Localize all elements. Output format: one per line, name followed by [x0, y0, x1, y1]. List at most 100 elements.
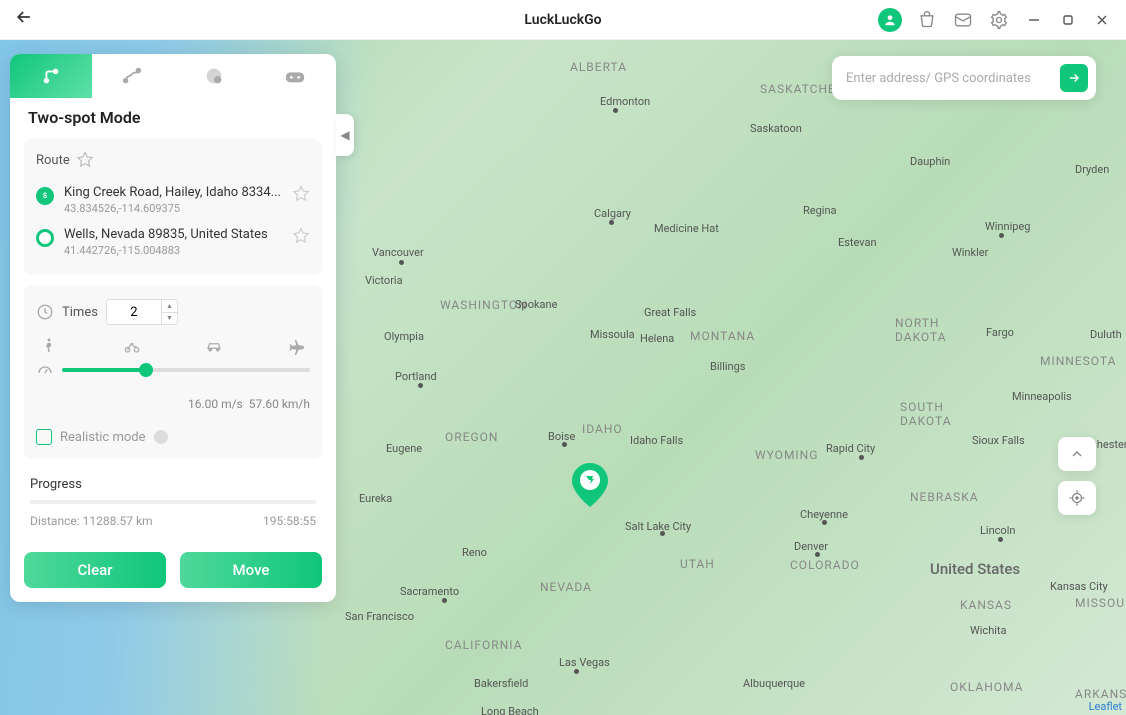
locate-me-button[interactable]	[1058, 481, 1096, 515]
route-end-coords: 41.442726,-115.004883	[64, 244, 282, 257]
start-pin-icon: S	[36, 187, 54, 205]
times-input[interactable]	[107, 300, 161, 324]
map-city-label: Minneapolis	[1012, 390, 1072, 403]
realistic-mode-checkbox[interactable]	[36, 429, 52, 445]
map-city-label: Salt Lake City	[625, 520, 691, 533]
tab-multi-spot[interactable]	[92, 54, 174, 98]
map-city-label: Regina	[803, 204, 837, 217]
map-city-label: Dryden	[1075, 163, 1109, 176]
map-city-label: Medicine Hat	[654, 222, 719, 235]
star-icon[interactable]	[76, 151, 94, 169]
walk-icon[interactable]	[40, 337, 58, 355]
route-label: Route	[36, 153, 70, 168]
route-item-end: Wells, Nevada 89835, United States 41.44…	[36, 221, 310, 263]
map-region-label: COLORADO	[790, 558, 860, 572]
end-pin-icon	[36, 229, 54, 247]
app-title: LuckLuckGo	[524, 12, 601, 28]
titlebar: LuckLuckGo	[0, 0, 1126, 40]
maximize-button[interactable]	[1058, 10, 1078, 30]
map-city-label: Victoria	[365, 274, 403, 287]
move-button[interactable]: Move	[180, 552, 322, 588]
panel-title: Two-spot Mode	[10, 98, 336, 139]
route-item-start: S King Creek Road, Hailey, Idaho 8334...…	[36, 179, 310, 221]
map-region-label: ALBERTA	[570, 60, 627, 74]
tab-joystick[interactable]	[255, 54, 337, 98]
times-label: Times	[62, 305, 98, 320]
progress-bar	[30, 500, 316, 504]
map-credit: Leaflet	[1089, 700, 1122, 713]
map-city-label: Vancouver	[372, 246, 424, 259]
map-city-label: Calgary	[594, 207, 631, 220]
progress-card: Progress Distance: 11288.57 km 195:58:55	[24, 469, 322, 538]
mail-icon[interactable]	[952, 9, 974, 31]
tab-two-spot[interactable]	[10, 54, 92, 98]
speed-slider[interactable]	[62, 368, 310, 372]
map-city-label: Olympia	[384, 330, 424, 343]
account-icon[interactable]	[878, 8, 902, 32]
map-city-label: Estevan	[838, 236, 877, 249]
slider-thumb[interactable]	[139, 363, 153, 377]
map-city-label: Spokane	[515, 298, 557, 311]
transport-mode-row	[36, 337, 310, 355]
map-city-label: Rapid City	[826, 442, 875, 455]
map-region-label: CALIFORNIA	[445, 638, 522, 652]
map-city-label: Winnipeg	[985, 220, 1030, 233]
distance-value: Distance: 11288.57 km	[30, 514, 153, 528]
times-up-button[interactable]: ▲	[162, 300, 177, 313]
speed-card: Times ▲ ▼ 16.00 m/s 57.60 km/h	[24, 285, 322, 459]
times-stepper[interactable]: ▲ ▼	[106, 299, 178, 325]
search-input[interactable]	[846, 71, 1060, 86]
collapse-panel-button[interactable]: ◀	[336, 114, 354, 156]
search-go-button[interactable]	[1060, 64, 1088, 92]
map-city-label: Winkler	[952, 246, 988, 259]
map-region-label: MONTANA	[690, 329, 755, 343]
route-card: Route S King Creek Road, Hailey, Idaho 8…	[24, 139, 322, 275]
map-city-label: Sacramento	[400, 585, 459, 598]
favorite-start-button[interactable]	[292, 185, 310, 203]
expand-up-button[interactable]	[1058, 437, 1096, 471]
favorite-end-button[interactable]	[292, 227, 310, 245]
settings-icon[interactable]	[988, 9, 1010, 31]
svg-text:S: S	[43, 192, 48, 200]
map-city-label: Eugene	[386, 442, 422, 455]
gauge-icon	[36, 361, 54, 379]
cart-icon[interactable]	[916, 9, 938, 31]
map-city-label: Idaho Falls	[630, 434, 683, 447]
map-city-label: Duluth	[1090, 328, 1122, 341]
map-city-label: Missoula	[590, 328, 635, 341]
map-region-label: IDAHO	[582, 422, 623, 436]
map-city-label: Las Vegas	[559, 656, 610, 669]
mode-tabs	[10, 54, 336, 98]
route-end-address: Wells, Nevada 89835, United States	[64, 227, 282, 242]
plane-icon[interactable]	[288, 337, 306, 355]
progress-label: Progress	[30, 477, 316, 492]
route-start-address: King Creek Road, Hailey, Idaho 8334...	[64, 185, 282, 200]
info-icon[interactable]	[154, 430, 168, 444]
map-region-label: WYOMING	[755, 448, 818, 462]
map-city-label: Helena	[640, 332, 674, 345]
map-city-label: Portland	[395, 370, 437, 383]
car-icon[interactable]	[205, 337, 223, 355]
minimize-button[interactable]	[1024, 10, 1044, 30]
back-button[interactable]	[14, 7, 34, 32]
map-region-label: KANSAS	[960, 598, 1012, 612]
map-city-label: Dauphin	[910, 155, 950, 168]
clear-button[interactable]: Clear	[24, 552, 166, 588]
map-city-label: Albuquerque	[743, 677, 805, 690]
map-region-label: MINNESOTA	[1040, 354, 1116, 368]
map-city-label: Fargo	[986, 326, 1014, 339]
map-region-label: NEVADA	[540, 580, 592, 594]
map-city-label: San Francisco	[345, 610, 414, 623]
times-down-button[interactable]: ▼	[162, 313, 177, 325]
location-marker[interactable]	[572, 463, 608, 507]
map-city-label: Sioux Falls	[972, 434, 1025, 447]
close-button[interactable]	[1092, 10, 1112, 30]
map-city-label: Edmonton	[600, 95, 650, 108]
tab-teleport[interactable]	[173, 54, 255, 98]
map-city-label: Lincoln	[980, 524, 1015, 537]
control-panel: ◀ Two-spot Mode Route S King Creek Road,…	[10, 54, 336, 602]
bike-icon[interactable]	[123, 337, 141, 355]
map-city-label: Reno	[462, 546, 487, 559]
map-region-label: NEBRASKA	[910, 490, 979, 504]
realistic-mode-label: Realistic mode	[60, 430, 146, 445]
